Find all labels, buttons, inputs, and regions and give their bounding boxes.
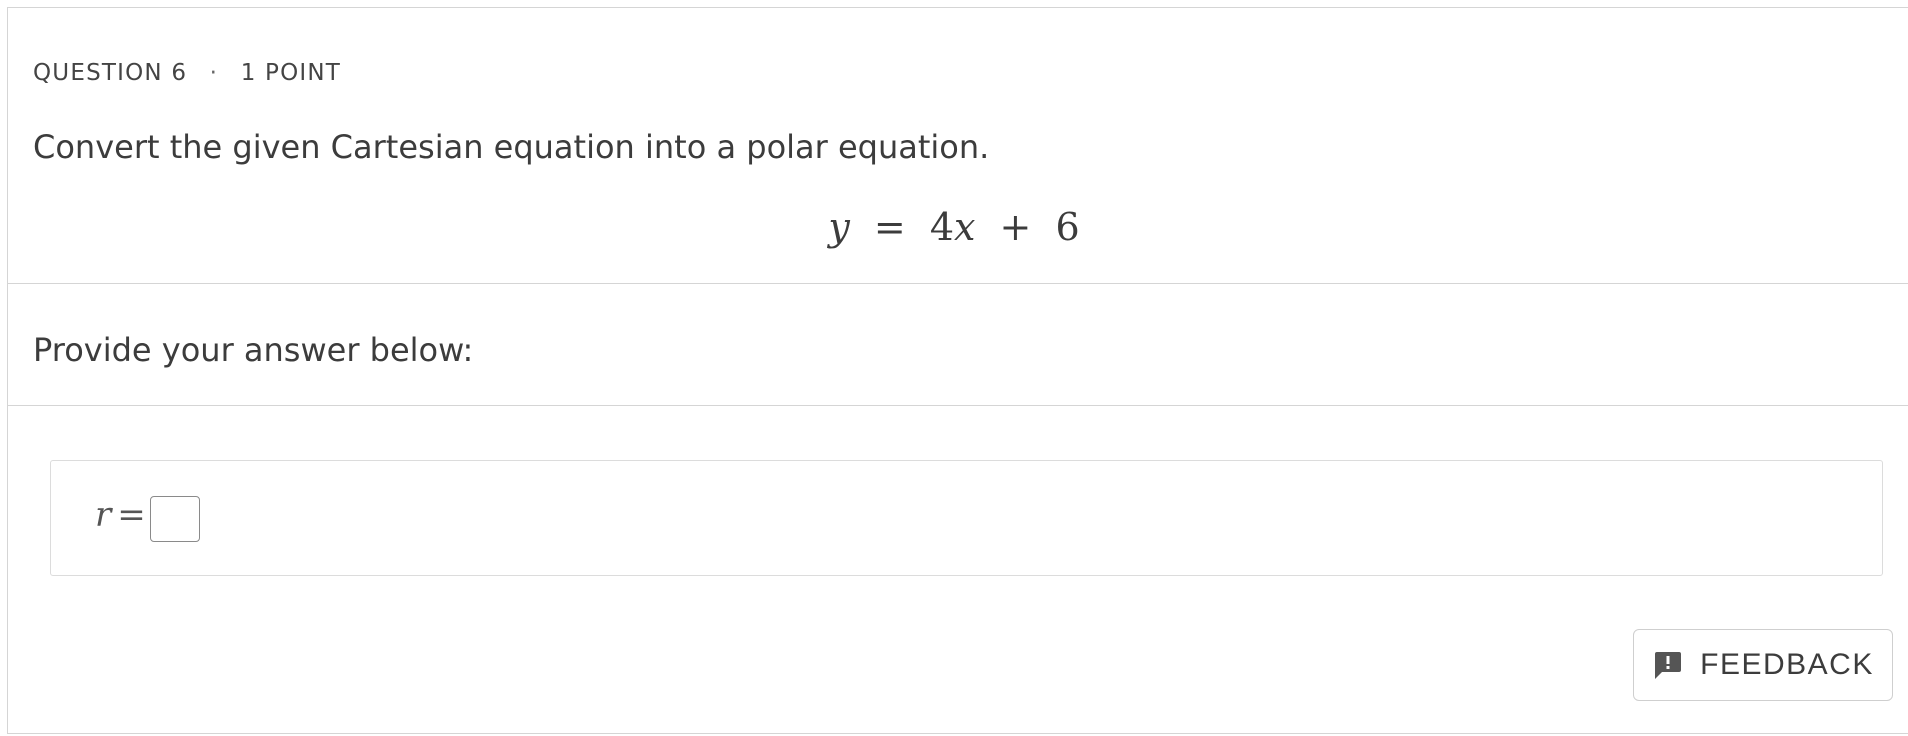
given-equation: y = 4x + 6	[0, 205, 1908, 249]
question-points: 1 POINT	[240, 60, 342, 86]
question-prompt: Convert the given Cartesian equation int…	[33, 128, 990, 166]
answer-area: r =	[50, 460, 1883, 576]
answer-instructions: Provide your answer below:	[33, 331, 474, 369]
answer-equals: =	[117, 495, 146, 535]
equation-equals: =	[873, 205, 906, 249]
answer-variable: r	[95, 495, 112, 535]
equation-lhs: y	[828, 205, 850, 249]
feedback-icon	[1652, 649, 1684, 681]
question-card	[7, 7, 1908, 734]
feedback-button[interactable]: FEEDBACK	[1633, 629, 1893, 701]
section-divider	[7, 283, 1908, 284]
equation-coef: 4	[929, 205, 955, 249]
feedback-label: FEEDBACK	[1700, 648, 1874, 681]
section-divider	[7, 405, 1908, 406]
equation-var: x	[954, 205, 976, 249]
answer-input[interactable]	[150, 496, 200, 542]
question-number: QUESTION 6	[33, 60, 188, 86]
header-separator: ·	[209, 60, 219, 86]
equation-plus: +	[999, 205, 1032, 249]
answer-lhs: r =	[95, 495, 146, 535]
equation-const: 6	[1055, 205, 1080, 249]
question-header: QUESTION 6 · 1 POINT	[33, 60, 341, 86]
